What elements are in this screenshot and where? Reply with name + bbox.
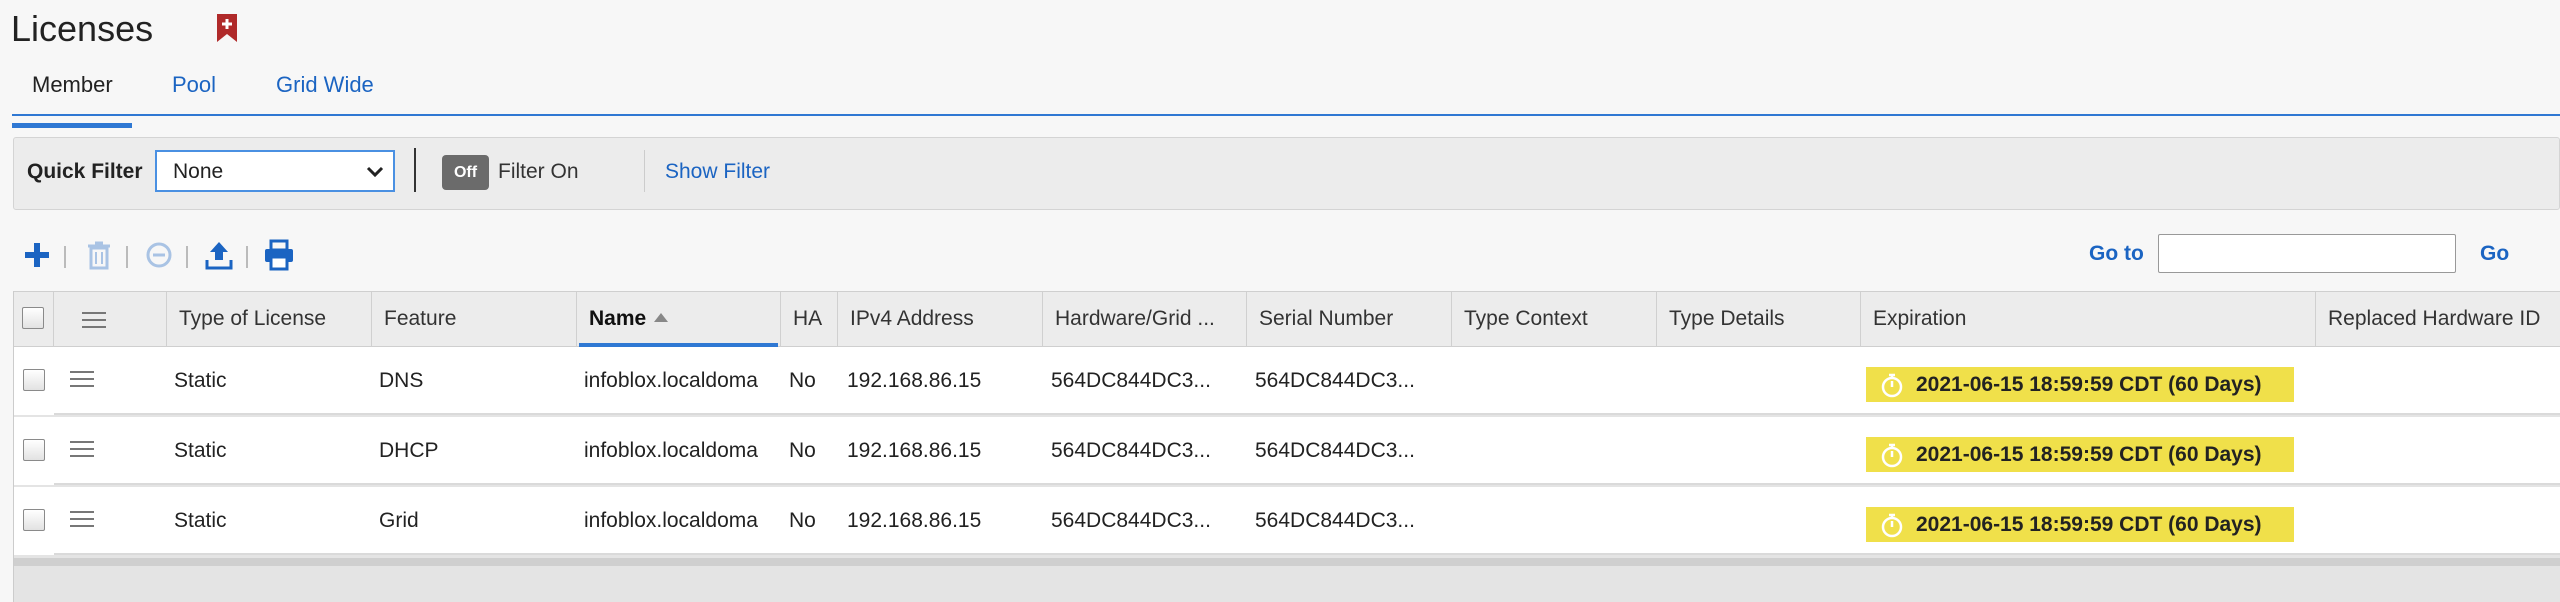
show-filter-link[interactable]: Show Filter xyxy=(665,160,770,184)
row-select-cell xyxy=(14,487,54,555)
divider xyxy=(414,148,416,192)
table-row[interactable]: Static DHCP infoblox.localdoma No 192.16… xyxy=(14,417,2560,485)
toolbar-divider xyxy=(186,246,188,268)
row-menu-icon[interactable] xyxy=(70,511,94,529)
divider xyxy=(644,150,645,192)
column-header-name[interactable]: Name xyxy=(577,292,781,348)
column-header-hardware-grid[interactable]: Hardware/Grid ... xyxy=(1043,292,1247,348)
cell-ipv4-address: 192.168.86.15 xyxy=(847,509,982,532)
tab-member[interactable]: Member xyxy=(12,72,132,128)
column-header-serial-number[interactable]: Serial Number xyxy=(1247,292,1452,348)
go-button[interactable]: Go xyxy=(2480,242,2509,266)
column-header-replaced-hardware-id[interactable]: Replaced Hardware ID xyxy=(2316,292,2560,348)
cell-hardware-grid: 564DC844DC3... xyxy=(1051,509,1211,532)
expiration-badge: 2021-06-15 18:59:59 CDT (60 Days) xyxy=(1866,507,2294,542)
expiration-text: 2021-06-15 18:59:59 CDT (60 Days) xyxy=(1916,373,2262,396)
remove-icon[interactable] xyxy=(142,238,176,272)
row-checkbox[interactable] xyxy=(23,509,45,531)
cell-type-of-license: Static xyxy=(174,369,227,392)
cell-feature: DNS xyxy=(379,369,424,392)
cell-ipv4-address: 192.168.86.15 xyxy=(847,369,982,392)
column-header-type-of-license[interactable]: Type of License xyxy=(167,292,372,348)
select-all-checkbox[interactable] xyxy=(22,307,44,329)
sort-ascending-icon xyxy=(654,313,669,322)
cell-serial-number: 564DC844DC3... xyxy=(1255,369,1415,392)
filter-on-label: Filter On xyxy=(498,160,579,183)
column-header-expiration[interactable]: Expiration xyxy=(1861,292,2316,348)
row-select-cell xyxy=(14,417,54,485)
goto-input[interactable] xyxy=(2158,234,2456,273)
page-title: Licenses xyxy=(11,8,154,49)
row-checkbox[interactable] xyxy=(23,369,45,391)
row-checkbox[interactable] xyxy=(23,439,45,461)
column-header-ha[interactable]: HA xyxy=(781,292,838,348)
quick-filter-select[interactable]: None xyxy=(155,150,395,192)
column-header-feature[interactable]: Feature xyxy=(372,292,577,348)
table-row[interactable]: Static DNS infoblox.localdoma No 192.168… xyxy=(14,347,2560,415)
cell-serial-number: 564DC844DC3... xyxy=(1255,509,1415,532)
header-select-all-cell xyxy=(14,292,54,348)
goto-label: Go to xyxy=(2089,242,2144,265)
toolbar-divider xyxy=(64,246,66,268)
delete-icon[interactable] xyxy=(82,238,116,272)
toolbar-divider xyxy=(246,246,248,268)
cell-feature: DHCP xyxy=(379,439,439,462)
cell-ha: No xyxy=(789,509,816,532)
grid-header: Type of License Feature Name HA IPv4 Add… xyxy=(14,291,2560,348)
stopwatch-icon xyxy=(1881,513,1903,538)
stopwatch-icon xyxy=(1881,373,1903,398)
bookmark-icon[interactable] xyxy=(215,13,239,43)
expiration-text: 2021-06-15 18:59:59 CDT (60 Days) xyxy=(1916,443,2262,466)
expiration-text: 2021-06-15 18:59:59 CDT (60 Days) xyxy=(1916,513,2262,536)
cell-type-of-license: Static xyxy=(174,509,227,532)
add-icon[interactable] xyxy=(20,238,54,272)
expiration-badge: 2021-06-15 18:59:59 CDT (60 Days) xyxy=(1866,367,2294,402)
export-icon[interactable] xyxy=(202,238,236,272)
row-menu-icon[interactable] xyxy=(70,371,94,389)
table-row[interactable]: Static Grid infoblox.localdoma No 192.16… xyxy=(14,487,2560,555)
column-menu-icon[interactable] xyxy=(82,312,106,330)
licenses-grid: Type of License Feature Name HA IPv4 Add… xyxy=(13,291,2560,602)
header-menu-cell xyxy=(54,292,167,348)
filter-toggle[interactable]: Off xyxy=(442,155,489,190)
quick-filter-value: None xyxy=(173,160,224,183)
cell-hardware-grid: 564DC844DC3... xyxy=(1051,439,1211,462)
chevron-down-icon xyxy=(366,166,384,178)
cell-ipv4-address: 192.168.86.15 xyxy=(847,439,982,462)
cell-hardware-grid: 564DC844DC3... xyxy=(1051,369,1211,392)
column-header-ipv4-address[interactable]: IPv4 Address xyxy=(838,292,1043,348)
filter-bar: Quick Filter None Off Filter On Show Fil… xyxy=(13,137,2560,210)
cell-name[interactable]: infoblox.localdoma xyxy=(584,439,779,463)
quick-filter-label: Quick Filter xyxy=(27,160,143,183)
tab-bar: Member Pool Grid Wide xyxy=(12,62,2560,128)
cell-ha: No xyxy=(789,439,816,462)
cell-ha: No xyxy=(789,369,816,392)
row-menu-icon[interactable] xyxy=(70,441,94,459)
column-header-type-details[interactable]: Type Details xyxy=(1657,292,1861,348)
column-header-type-context[interactable]: Type Context xyxy=(1452,292,1657,348)
cell-feature: Grid xyxy=(379,509,419,532)
stopwatch-icon xyxy=(1881,443,1903,468)
cell-serial-number: 564DC844DC3... xyxy=(1255,439,1415,462)
print-icon[interactable] xyxy=(262,238,296,272)
horizontal-scrollbar[interactable] xyxy=(14,558,2560,566)
cell-name[interactable]: infoblox.localdoma xyxy=(584,369,779,393)
tab-pool[interactable]: Pool xyxy=(172,72,216,98)
tab-member-label: Member xyxy=(32,72,113,97)
column-header-name-label: Name xyxy=(589,307,647,330)
cell-name[interactable]: infoblox.localdoma xyxy=(584,509,779,533)
expiration-badge: 2021-06-15 18:59:59 CDT (60 Days) xyxy=(1866,437,2294,472)
active-tab-indicator xyxy=(12,123,132,128)
row-select-cell xyxy=(14,347,54,415)
toolbar-divider xyxy=(126,246,128,268)
tab-grid-wide[interactable]: Grid Wide xyxy=(276,72,374,98)
cell-type-of-license: Static xyxy=(174,439,227,462)
